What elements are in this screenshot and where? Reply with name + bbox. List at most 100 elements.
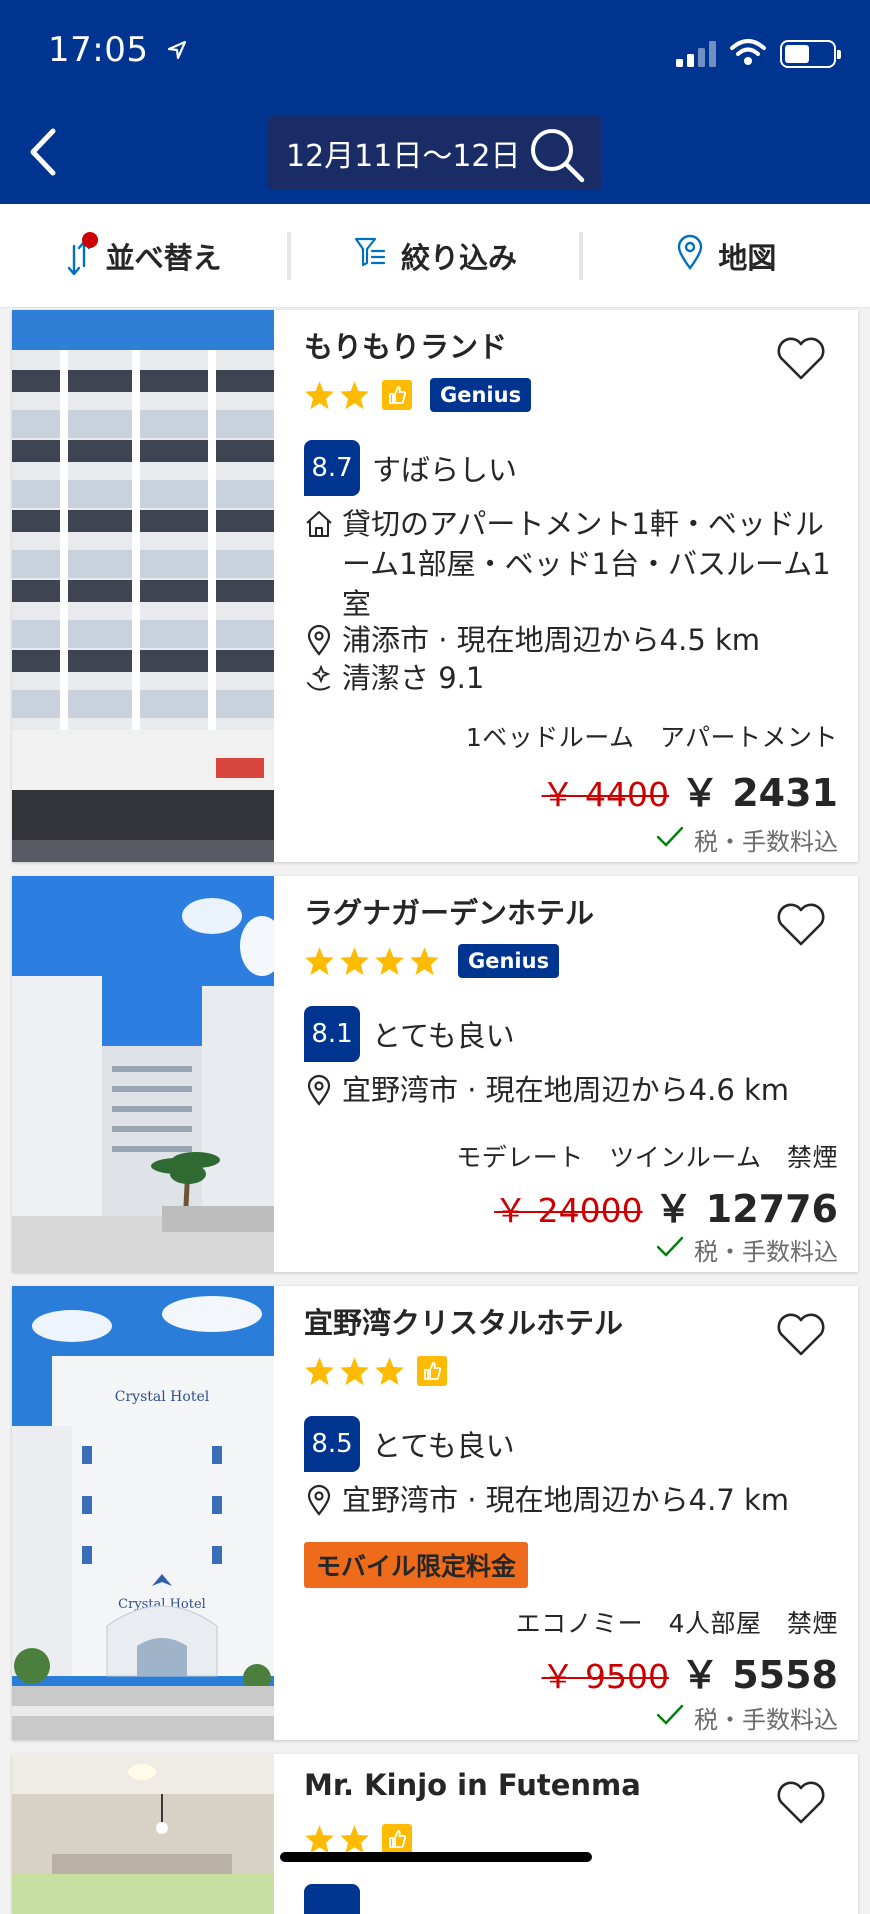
- location-pin-icon: [304, 1480, 334, 1520]
- score-badge: 8.7: [304, 440, 360, 496]
- score-badge: [304, 1884, 360, 1914]
- star-icon: [305, 1356, 334, 1385]
- property-info: 貸切のアパートメント1軒・ベッドルーム1部屋・ベッド1台・バスルーム1室: [304, 504, 844, 624]
- original-price: ￥ 24000: [494, 1191, 643, 1230]
- star-icon: [410, 946, 439, 975]
- date-range: 12月11日〜12日: [286, 139, 521, 174]
- star-rating: Genius: [304, 378, 532, 412]
- wifi-icon: [730, 38, 766, 70]
- hotel-card[interactable]: Mr. Kinjo in Futenma: [12, 1754, 858, 1914]
- cleanliness-text: 清潔さ 9.1: [342, 661, 485, 695]
- hotel-details: ラグナガーデンホテル Genius 8.1 とても良い 宜野湾市 · 現在地周辺…: [292, 876, 858, 1272]
- heart-icon[interactable]: [776, 1312, 826, 1362]
- star-icon: [340, 1356, 369, 1385]
- original-price: ￥ 4400: [541, 775, 669, 814]
- app-header: 17:05 12月11日〜12日: [0, 0, 870, 204]
- score-badge: 8.5: [304, 1416, 360, 1472]
- home-indicator[interactable]: [280, 1852, 592, 1862]
- star-icon: [375, 946, 404, 975]
- filter-toolbar: 並べ替え 絞り込み 地図: [0, 204, 870, 308]
- cleanliness: 清潔さ 9.1: [304, 658, 844, 698]
- filter-button[interactable]: 絞り込み: [291, 204, 578, 307]
- status-time: 17:05: [48, 30, 188, 70]
- signal-icon: [676, 41, 716, 67]
- review-score: 8.7 すばらしい: [304, 440, 517, 496]
- review-score: [304, 1884, 360, 1914]
- price: ￥ 4400 ￥ 2431: [542, 762, 838, 817]
- location-pin-icon: [304, 620, 334, 660]
- thumbs-up-icon: [382, 1824, 412, 1854]
- star-rating: [304, 1822, 412, 1856]
- check-icon: [656, 1703, 684, 1733]
- hotel-details: Mr. Kinjo in Futenma: [292, 1754, 858, 1914]
- original-price: ￥ 9500: [541, 1657, 669, 1696]
- sparkle-icon: [304, 658, 334, 698]
- genius-badge: Genius: [430, 378, 532, 412]
- hotel-name[interactable]: もりもりランド: [304, 324, 507, 366]
- tax-note: 税・手数料込: [656, 1700, 838, 1735]
- status-icons: [676, 38, 841, 70]
- hotel-sign-text: Crystal Hotel: [115, 1389, 210, 1405]
- review-score: 8.1 とても良い: [304, 1006, 515, 1062]
- price: ￥ 24000 ￥ 12776: [494, 1178, 838, 1233]
- hotel-details: もりもりランド Genius 8.7 すばらしい 貸切のアパートメント1軒・ベッ…: [292, 310, 858, 862]
- back-button[interactable]: [14, 122, 70, 182]
- hotel-details: 宜野湾クリスタルホテル 8.5 とても良い 宜野湾市 · 現在地周辺から4.7 …: [292, 1286, 858, 1740]
- heart-icon[interactable]: [776, 336, 826, 386]
- star-rating: Genius: [304, 944, 560, 978]
- map-label: 地図: [718, 240, 777, 275]
- discounted-price: ￥ 12776: [654, 1187, 838, 1231]
- room-type: 1ベッドルーム アパートメント: [465, 723, 838, 752]
- location-pin-icon: [304, 1070, 334, 1110]
- map-button[interactable]: 地図: [583, 204, 870, 307]
- star-icon: [375, 1356, 404, 1385]
- chevron-left-icon: [30, 128, 56, 176]
- hotel-card[interactable]: ラグナガーデンホテル Genius 8.1 とても良い 宜野湾市 · 現在地周辺…: [12, 876, 858, 1272]
- discounted-price: ￥ 5558: [681, 1653, 838, 1697]
- star-icon: [305, 380, 334, 409]
- location: 宜野湾市 · 現在地周辺から4.7 km: [304, 1480, 844, 1520]
- location-text: 宜野湾市 · 現在地周辺から4.7 km: [342, 1483, 790, 1517]
- thumbs-up-icon: [417, 1356, 447, 1386]
- heart-icon[interactable]: [776, 1780, 826, 1830]
- location-text: 浦添市 · 現在地周辺から4.5 km: [342, 623, 761, 657]
- star-icon: [340, 1824, 369, 1853]
- hotel-photo: Crystal Hotel Crystal Hotel: [12, 1286, 274, 1740]
- notification-dot: [81, 231, 98, 248]
- property-info-text: 貸切のアパートメント1軒・ベッドルーム1部屋・ベッド1台・バスルーム1室: [342, 507, 831, 621]
- check-icon: [656, 825, 684, 855]
- hotel-name[interactable]: 宜野湾クリスタルホテル: [304, 1300, 623, 1342]
- map-pin-icon: [676, 234, 704, 277]
- hotel-name[interactable]: ラグナガーデンホテル: [304, 890, 594, 932]
- hotel-photo: [12, 876, 274, 1272]
- hotel-name[interactable]: Mr. Kinjo in Futenma: [304, 1768, 641, 1802]
- sort-button[interactable]: 並べ替え: [0, 204, 287, 307]
- location-arrow-icon: [166, 30, 188, 70]
- room-type: エコノミー 4人部屋 禁煙: [515, 1609, 838, 1638]
- check-icon: [656, 1235, 684, 1265]
- heart-icon[interactable]: [776, 902, 826, 952]
- genius-badge: Genius: [458, 944, 560, 978]
- review-score: 8.5 とても良い: [304, 1416, 515, 1472]
- filter-icon: [353, 235, 387, 276]
- hotel-photo: [12, 1754, 274, 1914]
- score-word: とても良い: [372, 1429, 515, 1463]
- star-icon: [340, 946, 369, 975]
- house-icon: [304, 504, 334, 544]
- date-search-box[interactable]: 12月11日〜12日: [268, 116, 602, 190]
- hotel-card[interactable]: Crystal Hotel Crystal Hotel 宜野湾クリスタルホテル: [12, 1286, 858, 1740]
- sort-label: 並べ替え: [105, 240, 222, 275]
- filter-label: 絞り込み: [400, 240, 517, 275]
- score-word: すばらしい: [372, 453, 518, 487]
- sort-icon: [66, 231, 98, 276]
- star-rating: [304, 1354, 447, 1388]
- hotel-card[interactable]: もりもりランド Genius 8.7 すばらしい 貸切のアパートメント1軒・ベッ…: [12, 310, 858, 862]
- price: ￥ 9500 ￥ 5558: [542, 1644, 838, 1699]
- tax-note: 税・手数料込: [656, 822, 838, 857]
- score-word: とても良い: [372, 1019, 515, 1053]
- location-text: 宜野湾市 · 現在地周辺から4.6 km: [342, 1073, 790, 1107]
- discounted-price: ￥ 2431: [681, 771, 838, 815]
- tax-note: 税・手数料込: [656, 1232, 838, 1267]
- battery-icon: [780, 40, 841, 68]
- thumbs-up-icon: [382, 380, 412, 410]
